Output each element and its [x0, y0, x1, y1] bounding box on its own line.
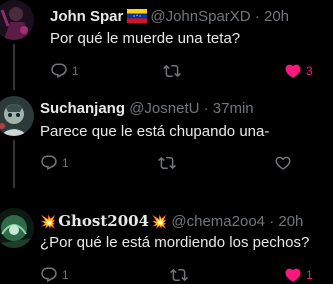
action-bar: 1: [40, 154, 333, 172]
tweet-text: Por qué le muerde una teta?: [50, 30, 241, 47]
reply-icon: [41, 155, 57, 171]
display-name[interactable]: Ghost2004: [58, 212, 149, 230]
separator-dot: ·: [203, 100, 209, 117]
heart-filled-icon: [285, 268, 301, 282]
tweet-header: John Spar @JohnSparXD · 20h: [50, 8, 289, 26]
reply-count: 1: [72, 64, 79, 78]
reply-button[interactable]: 1: [50, 62, 79, 80]
tweet-text: ¿Por qué le está mordiendo los pechos?: [40, 234, 310, 251]
separator-dot: ·: [269, 213, 275, 230]
display-name[interactable]: John Spar: [50, 8, 123, 25]
timestamp[interactable]: 20h: [278, 213, 303, 230]
retweet-button[interactable]: [163, 62, 185, 80]
avatar[interactable]: [0, 96, 34, 136]
action-bar: 1 3: [50, 62, 333, 80]
timestamp[interactable]: 20h: [264, 8, 289, 25]
venezuela-flag-icon: [127, 9, 148, 23]
reply-tweet[interactable]: Suchanjang @JosnetU · 37min Parece que l…: [0, 92, 333, 188]
avatar[interactable]: [0, 208, 34, 248]
display-name[interactable]: Suchanjang: [40, 100, 125, 117]
like-button[interactable]: [274, 154, 296, 172]
retweet-button[interactable]: [170, 266, 192, 284]
handle[interactable]: @JosnetU: [129, 100, 199, 117]
heart-outline-icon: [275, 156, 291, 170]
like-count: 1: [306, 268, 313, 282]
retweet-button[interactable]: [158, 154, 180, 172]
like-count: 3: [306, 64, 313, 78]
retweet-icon: [158, 156, 176, 170]
handle[interactable]: @chema2oo4: [171, 213, 265, 230]
reply-tweet[interactable]: 💥 Ghost2004 💥 @chema2oo4 · 20h ¿Por qué le…: [0, 196, 333, 284]
collision-icon: 💥: [151, 214, 168, 229]
reply-count: 1: [62, 268, 69, 282]
thread-line: [13, 140, 15, 188]
timestamp[interactable]: 37min: [213, 100, 254, 117]
collision-icon: 💥: [40, 214, 57, 229]
reply-button[interactable]: 1: [40, 266, 69, 284]
handle[interactable]: @JohnSparXD: [150, 8, 250, 25]
retweet-icon: [163, 64, 181, 78]
like-button[interactable]: 1: [284, 266, 313, 284]
reply-tweet[interactable]: John Spar @JohnSparXD · 20h Por qué le m…: [0, 0, 333, 92]
divider: [0, 188, 333, 189]
thread-line: [13, 44, 15, 90]
tweet-header: Suchanjang @JosnetU · 37min: [40, 100, 254, 118]
reply-icon: [51, 63, 67, 79]
like-button[interactable]: 3: [284, 62, 313, 80]
tweet-header: 💥 Ghost2004 💥 @chema2oo4 · 20h: [40, 212, 303, 231]
separator-dot: ·: [254, 8, 260, 25]
avatar[interactable]: [0, 0, 34, 40]
reply-count: 1: [62, 156, 69, 170]
heart-filled-icon: [285, 64, 301, 78]
tweet-text: Parece que le está chupando una-: [40, 123, 270, 140]
action-bar: 1 1: [40, 266, 333, 284]
reply-button[interactable]: 1: [40, 154, 69, 172]
reply-icon: [41, 267, 57, 283]
retweet-icon: [170, 268, 188, 282]
